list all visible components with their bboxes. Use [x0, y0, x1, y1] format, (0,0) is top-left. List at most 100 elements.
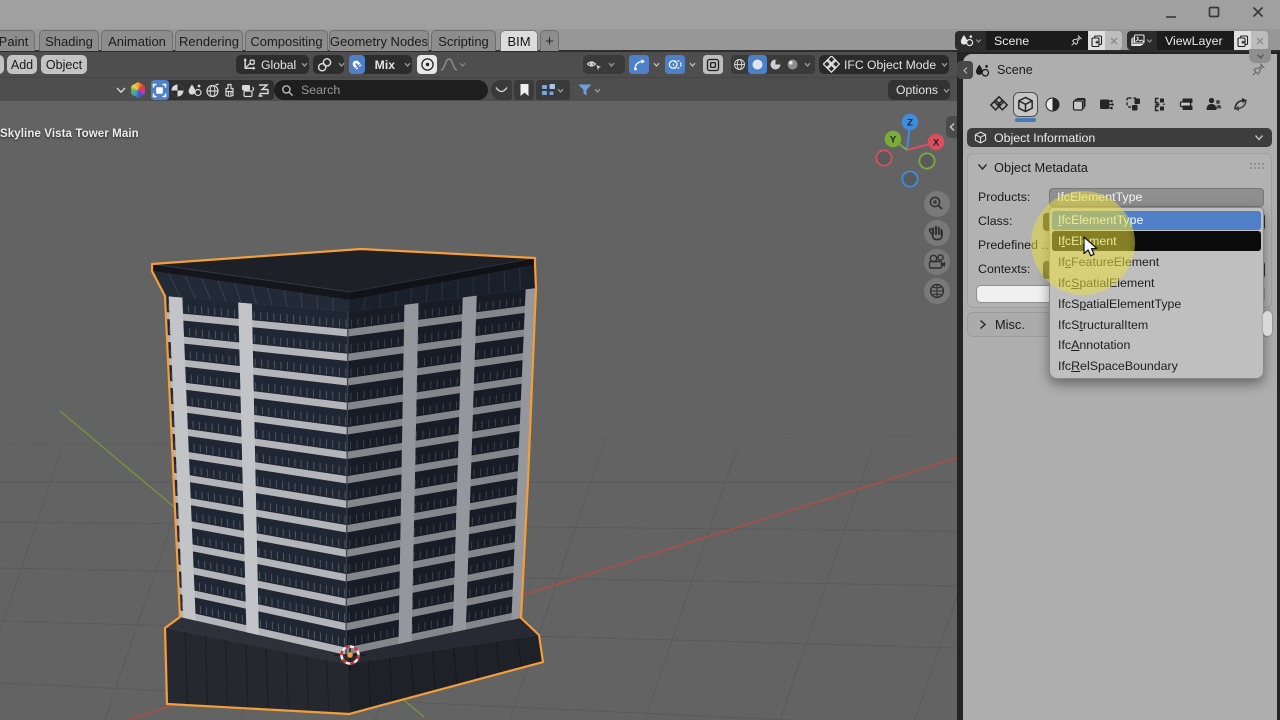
scene-selector[interactable]: Scene — [955, 31, 1122, 50]
dropdown-item-ifcfeatureelement[interactable]: IfcFeatureElement — [1052, 252, 1261, 272]
proportional-editing-toggle[interactable] — [417, 55, 437, 74]
viewlayer-name-field[interactable]: ViewLayer — [1157, 31, 1234, 50]
scene-drop-icon[interactable] — [186, 80, 204, 100]
shading-material-icon[interactable] — [767, 55, 784, 74]
scene-unlink-icon[interactable] — [1105, 31, 1122, 50]
render-region-icon[interactable] — [151, 80, 169, 100]
chevron-down-icon — [556, 86, 565, 95]
viewlayer-remove-icon[interactable] — [1251, 31, 1268, 50]
filter-dropdown[interactable] — [572, 80, 606, 100]
workspace-tab-geometry-nodes[interactable]: Geometry Nodes — [329, 30, 429, 51]
dropdown-item-ifcspatialelementtype[interactable]: IfcSpatialElementType — [1052, 294, 1261, 314]
shading-rendered-icon[interactable] — [784, 55, 801, 74]
dropdown-item-ifcstructuralitem[interactable]: IfcStructuralItem — [1052, 315, 1261, 335]
gizmo-arrow-icon[interactable] — [629, 55, 649, 74]
viewlayer-new-copy-icon[interactable] — [1234, 31, 1251, 50]
properties-tab-object-cube[interactable] — [1013, 92, 1038, 117]
overlays-dropdown[interactable] — [665, 55, 699, 74]
bookmark-button[interactable] — [514, 80, 534, 100]
gizmo-y-neg — [919, 153, 934, 168]
add-workspace-tab[interactable]: + — [540, 30, 559, 51]
workspace-tab-shading[interactable]: Shading — [39, 30, 99, 51]
shading-solid-icon[interactable] — [748, 55, 767, 74]
grid-line — [780, 434, 877, 720]
properties-tab-bim-tool[interactable] — [987, 92, 1012, 117]
workspace-tab-bim[interactable]: BIM — [500, 30, 538, 51]
workspace-tab-label: Animation — [108, 34, 166, 49]
gizmos-dropdown[interactable] — [629, 55, 663, 74]
properties-tab-texture[interactable] — [1121, 92, 1146, 117]
search-input[interactable]: Search — [274, 80, 488, 100]
color-wheel-icon[interactable] — [130, 82, 146, 98]
properties-tab-render[interactable] — [1094, 92, 1119, 117]
dropdown-item-label: IfcSpatialElement — [1058, 276, 1154, 290]
dropdown-item-ifcspatialelement[interactable]: IfcSpatialElement — [1052, 273, 1261, 293]
shading-wireframe-icon[interactable] — [731, 55, 748, 74]
properties-tab-physics-arrows[interactable] — [1228, 92, 1253, 117]
scene-icon[interactable] — [955, 31, 986, 50]
snap-settings-dropdown[interactable] — [313, 55, 344, 74]
close-icon[interactable] — [1251, 5, 1265, 19]
workspace-tab-rendering[interactable]: Rendering — [175, 30, 243, 51]
curve-falloff-button[interactable] — [491, 80, 512, 100]
brush-icon[interactable] — [221, 80, 239, 100]
maximize-icon[interactable] — [1207, 5, 1221, 19]
expand-chevron-icon[interactable] — [115, 85, 127, 95]
gizmo-z-neg — [902, 171, 917, 186]
properties-tab-material[interactable] — [1040, 92, 1065, 117]
panel-back-notch[interactable] — [957, 61, 973, 79]
xray-toggle[interactable] — [703, 55, 723, 74]
scene-new-copy-icon[interactable] — [1088, 31, 1105, 50]
panel-expand-chevron-icon[interactable] — [977, 162, 988, 172]
grid-line — [915, 434, 957, 720]
contrast-circle-icon[interactable] — [169, 80, 187, 100]
falloff-dropdown[interactable] — [440, 55, 474, 74]
products-dropdown[interactable]: IfcElementType — [1049, 188, 1264, 207]
snap-link-icon — [316, 57, 333, 73]
dropdown-item-ifcrelspaceboundary[interactable]: IfcRelSpaceBoundary — [1052, 356, 1261, 376]
pin-icon[interactable] — [1070, 34, 1083, 47]
scene-name-field[interactable]: Scene — [986, 31, 1088, 50]
copy-pages-icon[interactable] — [239, 80, 257, 100]
pin-icon[interactable] — [1251, 62, 1266, 77]
overlays-icon[interactable] — [665, 55, 685, 74]
transform-orientation-dropdown[interactable]: Global — [236, 55, 309, 74]
workspace-tab-compositing[interactable]: Compositing — [245, 30, 328, 51]
breadcrumb: Scene — [974, 61, 1264, 79]
chevron-down-icon — [803, 60, 812, 69]
properties-tab-people[interactable] — [1201, 92, 1226, 117]
dropdown-item-ifcelementtype[interactable]: IfcElementType — [1052, 211, 1261, 231]
properties-tab-output-pages[interactable] — [1067, 92, 1092, 117]
scrollbar-thumb[interactable] — [1263, 311, 1272, 336]
viewlayer-selector[interactable]: ViewLayer — [1127, 31, 1268, 50]
workspace-tab-paint[interactable]: Paint — [0, 30, 35, 51]
dropdown-item-ifcannotation[interactable]: IfcAnnotation — [1052, 336, 1261, 356]
editor-type-button[interactable] — [0, 55, 4, 74]
options-label: Options — [896, 83, 938, 97]
clamp-icon[interactable] — [256, 80, 274, 100]
dropdown-item-ifcelement[interactable]: IfcElement — [1052, 231, 1261, 251]
menu-object[interactable]: Object — [41, 55, 87, 74]
snap-mode-dropdown[interactable]: Mix — [349, 55, 412, 74]
chevron-down-icon — [1254, 133, 1264, 142]
workspace-tab-animation[interactable]: Animation — [101, 30, 173, 51]
properties-tab-data-stack[interactable] — [1174, 92, 1199, 117]
viewlayer-icon[interactable] — [1127, 31, 1157, 50]
workspace-tab-scripting[interactable]: Scripting — [431, 30, 496, 51]
hierarchy-dropdown[interactable] — [536, 80, 570, 100]
minimize-icon[interactable] — [1164, 5, 1178, 19]
falloff-curve-icon — [440, 57, 458, 72]
options-dropdown[interactable]: Options — [888, 80, 950, 100]
menu-add[interactable]: Add — [7, 55, 37, 74]
object-information-panel-header[interactable]: Object Information — [967, 128, 1272, 147]
sidebar-toggle[interactable] — [946, 116, 957, 138]
viewport-3d[interactable]: ZYX Skyline Vista Tower Main — [0, 101, 957, 720]
interaction-mode-dropdown[interactable]: IFC Object Mode — [819, 55, 949, 74]
magnet-icon[interactable] — [349, 55, 365, 74]
field-label-class: Class: — [978, 214, 1012, 228]
object-information-title: Object Information — [994, 131, 1095, 145]
panel-grip[interactable] — [1250, 163, 1264, 169]
world-globe-icon[interactable] — [204, 80, 222, 100]
properties-tab-worldsplit[interactable] — [1147, 92, 1172, 117]
visibility-dropdown[interactable] — [583, 55, 625, 74]
